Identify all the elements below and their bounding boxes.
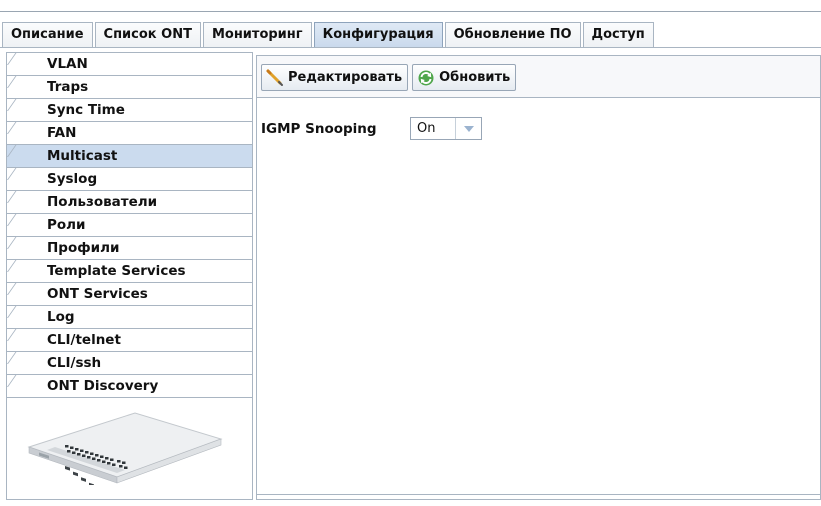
panel-bottom-divider — [256, 494, 821, 495]
sidebar-item-ont-discovery[interactable]: ONT Discovery — [7, 375, 252, 398]
multicast-settings: IGMP Snooping On — [257, 98, 820, 496]
tab-monitoring[interactable]: Мониторинг — [202, 22, 312, 48]
top-bar: Описание Список ONT Мониторинг Конфигура… — [0, 0, 821, 48]
sidebar-item-vlan[interactable]: VLAN — [7, 53, 252, 76]
sidebar-item-roles[interactable]: Роли — [7, 214, 252, 237]
chevron-down-icon[interactable] — [455, 118, 481, 139]
sidebar-item-traps[interactable]: Traps — [7, 76, 252, 99]
sidebar-item-users[interactable]: Пользователи — [7, 191, 252, 214]
sidebar-item-multicast[interactable]: Multicast — [7, 145, 252, 168]
tab-ont-list[interactable]: Список ONT — [94, 22, 201, 48]
main-tabs: Описание Список ONT Мониторинг Конфигура… — [2, 22, 656, 48]
tab-configuration[interactable]: Конфигурация — [313, 22, 443, 48]
igmp-snooping-value: On — [417, 121, 436, 136]
config-panel: Редактировать Обновить IGMP Snooping On — [256, 55, 821, 500]
sidebar-item-cli-ssh[interactable]: CLI/ssh — [7, 352, 252, 375]
sidebar-item-cli-telnet[interactable]: CLI/telnet — [7, 329, 252, 352]
sidebar-item-ont-services[interactable]: ONT Services — [7, 283, 252, 306]
toolbar: Редактировать Обновить — [257, 56, 820, 98]
refresh-button-label: Обновить — [439, 70, 511, 85]
sidebar-item-template-services[interactable]: Template Services — [7, 260, 252, 283]
config-sidebar: VLAN Traps Sync Time FAN Multicast Syslo… — [6, 52, 253, 500]
igmp-snooping-label: IGMP Snooping — [261, 121, 377, 137]
olt-switch-device-image — [27, 412, 223, 485]
sidebar-item-log[interactable]: Log — [7, 306, 252, 329]
sidebar-item-fan[interactable]: FAN — [7, 122, 252, 145]
edit-button[interactable]: Редактировать — [261, 64, 409, 91]
refresh-icon — [418, 70, 434, 85]
igmp-snooping-select[interactable]: On — [410, 117, 482, 140]
pencil-icon — [266, 69, 283, 86]
tab-description[interactable]: Описание — [2, 22, 93, 48]
sidebar-item-profiles[interactable]: Профили — [7, 237, 252, 260]
edit-button-label: Редактировать — [288, 70, 403, 85]
tab-access[interactable]: Доступ — [582, 22, 654, 48]
tab-firmware-update[interactable]: Обновление ПО — [444, 22, 581, 48]
sidebar-item-syslog[interactable]: Syslog — [7, 168, 252, 191]
top-divider — [0, 11, 821, 12]
sidebar-item-sync-time[interactable]: Sync Time — [7, 99, 252, 122]
tab-baseline — [0, 47, 821, 48]
refresh-button[interactable]: Обновить — [412, 64, 517, 91]
